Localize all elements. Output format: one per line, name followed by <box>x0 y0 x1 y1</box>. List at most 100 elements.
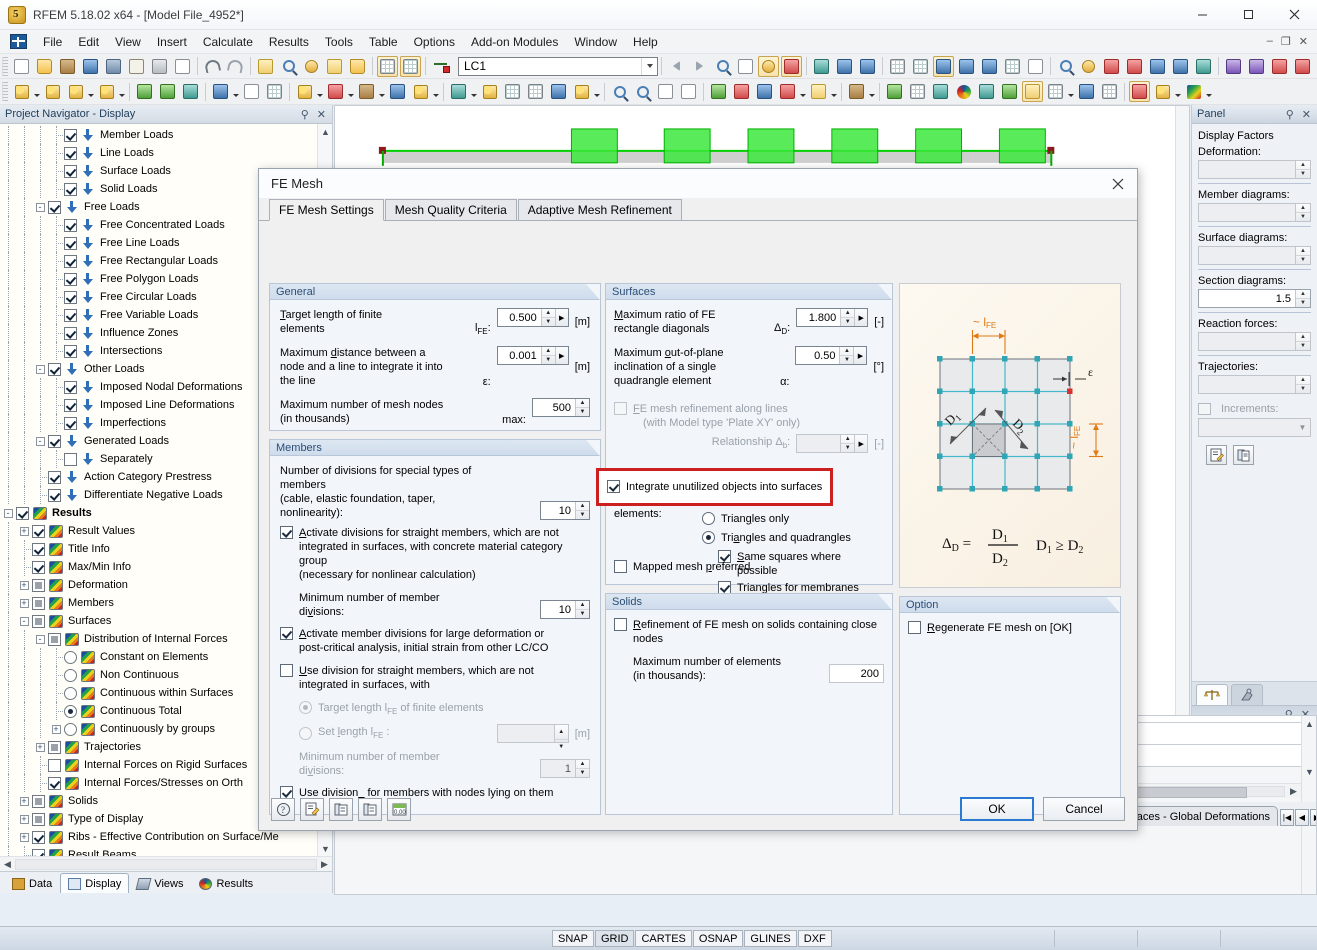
animation-icon[interactable] <box>811 56 832 77</box>
doc-close-button[interactable]: ✕ <box>1296 35 1311 48</box>
support-all-icon[interactable] <box>1292 56 1313 77</box>
table-nav-button-1[interactable]: ◀ <box>1295 809 1309 826</box>
result-table-icon[interactable] <box>1045 81 1066 102</box>
pan-hand-icon[interactable] <box>846 81 867 102</box>
new-line-icon[interactable] <box>42 81 63 102</box>
table-nav-button-0[interactable]: |◀ <box>1280 809 1294 826</box>
display-factor-value[interactable] <box>1199 333 1295 350</box>
display-factor-input[interactable]: ▲▼ <box>1198 203 1311 222</box>
shape-triangles-quadrangles-row[interactable]: Triangles and quadrangles <box>702 531 884 545</box>
tree-checkbox[interactable] <box>32 794 45 808</box>
chevron-down-icon[interactable] <box>316 81 324 102</box>
next-lc-icon[interactable] <box>689 56 710 77</box>
activate-large-deformation-row[interactable]: Activate member divisions for large defo… <box>280 627 590 655</box>
maximize-button[interactable] <box>1225 0 1271 30</box>
spinner-buttons[interactable]: ▲ ▼ <box>1295 247 1310 264</box>
chevron-down-icon[interactable] <box>1067 81 1075 102</box>
menu-file[interactable]: File <box>35 32 70 52</box>
units2-icon[interactable] <box>358 797 382 821</box>
min-divisions-value[interactable] <box>541 602 575 617</box>
cascade-icon[interactable] <box>347 56 368 77</box>
spinner-down-icon[interactable]: ▼ <box>542 356 555 364</box>
doc-minimize-button[interactable]: – <box>1264 35 1276 48</box>
max-ratio-value[interactable] <box>797 310 841 325</box>
edit-note-icon[interactable] <box>300 797 324 821</box>
chevron-down-icon[interactable] <box>799 81 807 102</box>
spinner-buttons[interactable]: ▲ ▼ <box>575 760 589 778</box>
spinner-up-icon[interactable]: ▲ <box>541 309 555 318</box>
menu-options[interactable]: Options <box>406 32 463 52</box>
expand-icon[interactable]: ▶ <box>554 309 568 326</box>
ok-button[interactable]: OK <box>960 797 1034 821</box>
scroll-up-icon[interactable]: ▲ <box>318 124 332 139</box>
new-line-support-icon[interactable] <box>157 81 178 102</box>
open-project-icon[interactable] <box>57 56 78 77</box>
max-distance-input[interactable]: ▲▼ ▶ <box>496 346 569 365</box>
select-icon[interactable] <box>255 56 276 77</box>
new-nodal-support-icon[interactable] <box>134 81 155 102</box>
spinner-up-icon[interactable]: ▲ <box>840 347 854 356</box>
spinner-down-icon[interactable]: ▼ <box>576 408 589 416</box>
spinner-buttons[interactable]: ▲ ▼ <box>1295 204 1310 221</box>
zoom-window-icon[interactable] <box>278 56 299 77</box>
result-numeric-icon[interactable] <box>735 56 756 77</box>
spinner-buttons[interactable]: ▲ ▼ <box>839 347 854 364</box>
tree-checkbox[interactable] <box>64 344 77 358</box>
set-length-input[interactable]: ▲ ▼ <box>496 724 569 750</box>
menu-addon-modules[interactable]: Add-on Modules <box>463 32 566 52</box>
chevron-down-icon[interactable] <box>33 81 41 102</box>
pin-icon[interactable]: ⚲ <box>301 108 309 121</box>
symmetry-icon[interactable] <box>1101 56 1122 77</box>
new-surface-load-icon[interactable] <box>548 81 569 102</box>
radio-target-length[interactable] <box>299 701 312 714</box>
max-nodes-value[interactable] <box>533 400 575 415</box>
regenerate-mesh-row[interactable]: Regenerate FE mesh on [OK] <box>908 621 1112 635</box>
tree-checkbox[interactable] <box>16 506 29 520</box>
mirror-icon[interactable] <box>1078 56 1099 77</box>
display-factor-value[interactable] <box>1199 204 1295 221</box>
menu-edit[interactable]: Edit <box>70 32 107 52</box>
tree-radio[interactable] <box>64 686 77 700</box>
menu-tools[interactable]: Tools <box>317 32 361 52</box>
tree-checkbox[interactable] <box>64 452 77 466</box>
regenerate-mesh-checkbox[interactable] <box>908 621 921 634</box>
new-opening-icon[interactable] <box>325 81 346 102</box>
open-file-icon[interactable] <box>34 56 55 77</box>
tree-radio[interactable] <box>64 650 77 664</box>
expand-icon[interactable]: ▶ <box>554 347 568 364</box>
settings-gear-icon[interactable] <box>1170 56 1191 77</box>
close-icon[interactable]: ✕ <box>317 108 326 121</box>
status-toggle-grid[interactable]: GRID <box>594 930 635 947</box>
display-factor-value[interactable] <box>1199 376 1295 393</box>
units-icon[interactable] <box>329 797 353 821</box>
tree-checkbox[interactable] <box>48 434 61 448</box>
tree-item-result-beams[interactable]: Result Beams <box>0 846 317 856</box>
scroll-down-icon[interactable]: ▼ <box>1302 764 1316 779</box>
navigator-tab-views[interactable]: Views <box>129 873 191 893</box>
display-factor-input[interactable]: ▲▼ <box>1198 246 1311 265</box>
toolbar-grip[interactable] <box>2 56 8 76</box>
spinner-down-icon[interactable]: ▼ <box>840 356 853 364</box>
display-factor-input[interactable]: ▲▼ <box>1198 375 1311 394</box>
spinner-down-icon[interactable]: ▼ <box>576 769 589 777</box>
spinner-up-icon[interactable]: ▲ <box>841 309 855 318</box>
spinner-buttons[interactable]: ▲ ▼ <box>575 502 589 519</box>
spinner-up-icon[interactable]: ▲ <box>576 601 589 610</box>
display-factor-input[interactable]: ▲▼ <box>1198 160 1311 179</box>
tree-expander[interactable]: - <box>32 432 48 450</box>
display-factor-input[interactable]: ▲▼ <box>1198 289 1311 308</box>
scroll-track[interactable] <box>15 858 317 870</box>
solid-view-icon[interactable] <box>933 55 954 77</box>
precision-icon[interactable]: 0,00 <box>387 797 411 821</box>
new-member-icon[interactable] <box>65 81 86 102</box>
deformation-icon[interactable] <box>884 81 905 102</box>
chevron-down-icon[interactable] <box>232 81 240 102</box>
activate-straight-divisions-row[interactable]: Activate divisions for straight members,… <box>280 526 590 582</box>
render-mode-icon[interactable] <box>887 56 908 77</box>
spinner-buttons[interactable]: ▲ ▼ <box>1295 376 1310 393</box>
tree-checkbox[interactable] <box>64 182 77 196</box>
spinner-buttons[interactable]: ▲ ▼ <box>1295 290 1310 307</box>
support-reactions-icon[interactable] <box>999 81 1020 102</box>
spinner-buttons[interactable]: ▲ ▼ <box>840 309 855 326</box>
new-surface-icon[interactable] <box>96 81 117 102</box>
